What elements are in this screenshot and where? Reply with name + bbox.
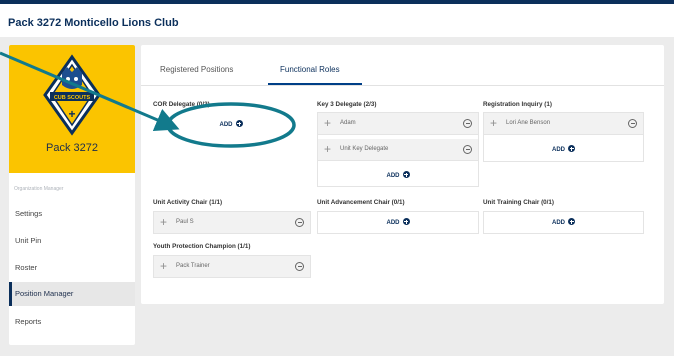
annotation-arrow xyxy=(0,51,180,131)
annotation-overlay xyxy=(0,51,296,148)
annotation-ellipse xyxy=(166,102,296,148)
